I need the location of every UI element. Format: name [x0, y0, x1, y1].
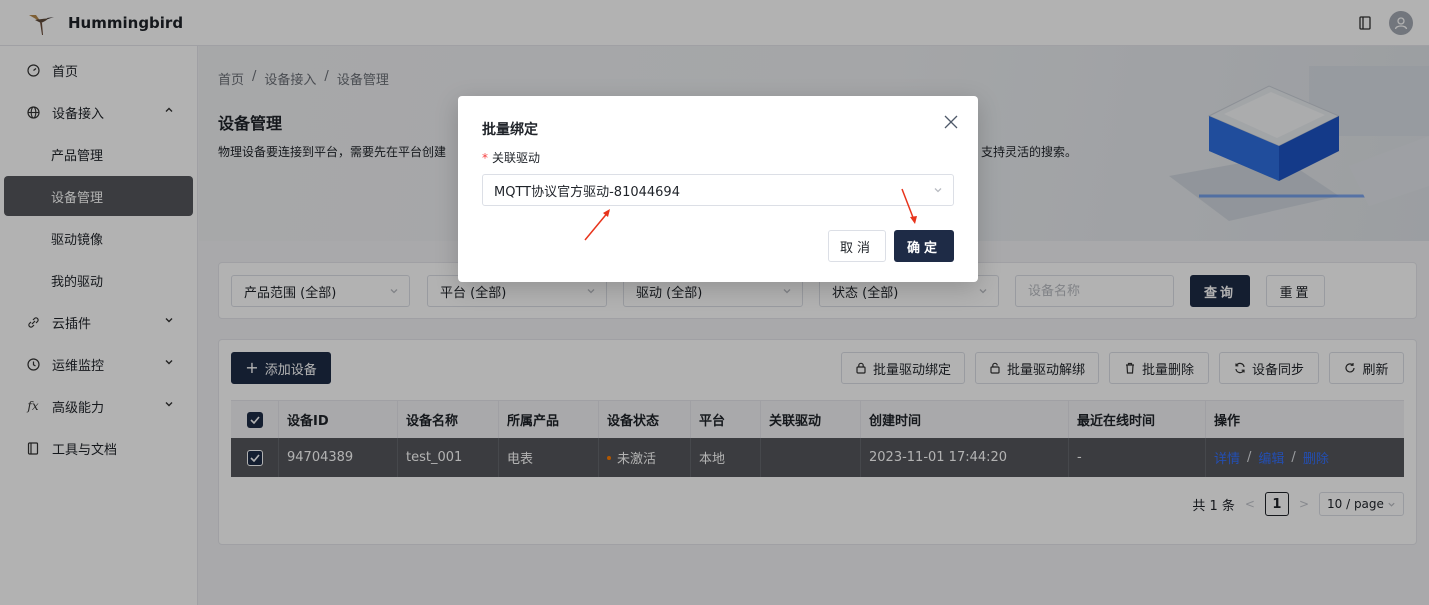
required-mark: *: [482, 151, 488, 165]
modal-overlay[interactable]: [0, 0, 1429, 605]
driver-field-label-text: 关联驱动: [492, 151, 541, 165]
driver-select[interactable]: MQTT协议官方驱动-81044694: [482, 174, 954, 206]
driver-select-value: MQTT协议官方驱动-81044694: [494, 184, 680, 200]
chevron-down-icon: [934, 188, 942, 193]
batch-bind-modal: 批量绑定 * 关联驱动 MQTT协议官方驱动-81044694 取消 确定: [458, 96, 978, 282]
cancel-button[interactable]: 取消: [828, 230, 886, 262]
close-icon[interactable]: [944, 115, 958, 129]
confirm-button[interactable]: 确定: [894, 230, 954, 262]
driver-field-label: * 关联驱动: [482, 149, 540, 166]
modal-title: 批量绑定: [482, 122, 538, 138]
